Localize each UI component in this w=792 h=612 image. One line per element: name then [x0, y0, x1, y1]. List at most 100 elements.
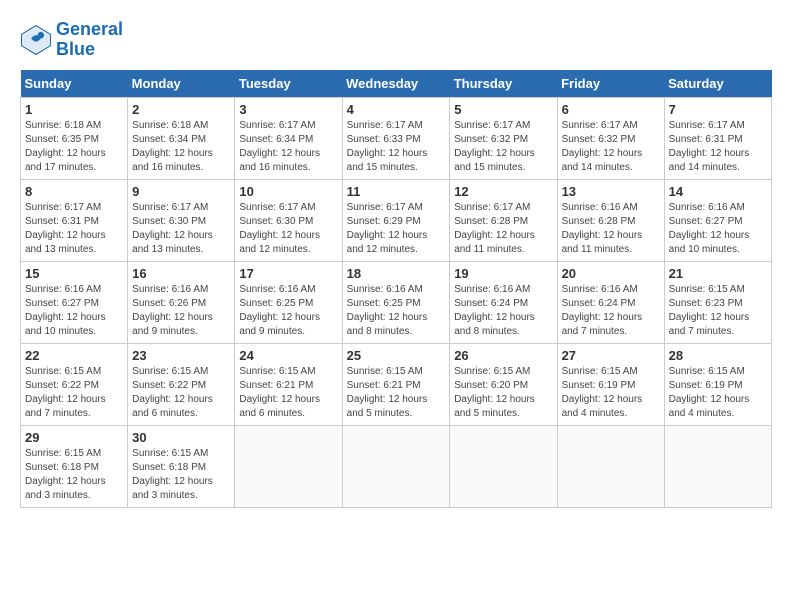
calendar-cell: 10 Sunrise: 6:17 AMSunset: 6:30 PMDaylig… — [235, 179, 342, 261]
day-info: Sunrise: 6:15 AMSunset: 6:21 PMDaylight:… — [239, 365, 337, 421]
weekday-header-saturday: Saturday — [664, 70, 771, 98]
day-info: Sunrise: 6:15 AMSunset: 6:21 PMDaylight:… — [347, 365, 446, 421]
day-info: Sunrise: 6:17 AMSunset: 6:30 PMDaylight:… — [239, 201, 337, 257]
calendar-cell: 3 Sunrise: 6:17 AMSunset: 6:34 PMDayligh… — [235, 97, 342, 179]
day-number: 17 — [239, 266, 337, 281]
day-info: Sunrise: 6:16 AMSunset: 6:24 PMDaylight:… — [562, 283, 660, 339]
calendar-cell: 12 Sunrise: 6:17 AMSunset: 6:28 PMDaylig… — [450, 179, 557, 261]
day-number: 11 — [347, 184, 446, 199]
day-info: Sunrise: 6:15 AMSunset: 6:18 PMDaylight:… — [132, 447, 230, 503]
day-number: 25 — [347, 348, 446, 363]
day-number: 2 — [132, 102, 230, 117]
day-info: Sunrise: 6:16 AMSunset: 6:26 PMDaylight:… — [132, 283, 230, 339]
calendar-cell: 7 Sunrise: 6:17 AMSunset: 6:31 PMDayligh… — [664, 97, 771, 179]
calendar-cell: 22 Sunrise: 6:15 AMSunset: 6:22 PMDaylig… — [21, 343, 128, 425]
calendar-cell: 15 Sunrise: 6:16 AMSunset: 6:27 PMDaylig… — [21, 261, 128, 343]
logo-icon — [20, 24, 52, 56]
day-number: 22 — [25, 348, 123, 363]
day-number: 23 — [132, 348, 230, 363]
day-number: 26 — [454, 348, 552, 363]
calendar-cell — [664, 425, 771, 507]
day-number: 9 — [132, 184, 230, 199]
day-info: Sunrise: 6:17 AMSunset: 6:30 PMDaylight:… — [132, 201, 230, 257]
day-info: Sunrise: 6:17 AMSunset: 6:31 PMDaylight:… — [25, 201, 123, 257]
day-info: Sunrise: 6:18 AMSunset: 6:35 PMDaylight:… — [25, 119, 123, 175]
calendar-week-1: 1 Sunrise: 6:18 AMSunset: 6:35 PMDayligh… — [21, 97, 772, 179]
calendar-cell: 29 Sunrise: 6:15 AMSunset: 6:18 PMDaylig… — [21, 425, 128, 507]
day-info: Sunrise: 6:15 AMSunset: 6:20 PMDaylight:… — [454, 365, 552, 421]
weekday-header-friday: Friday — [557, 70, 664, 98]
day-info: Sunrise: 6:18 AMSunset: 6:34 PMDaylight:… — [132, 119, 230, 175]
day-number: 20 — [562, 266, 660, 281]
calendar-cell: 4 Sunrise: 6:17 AMSunset: 6:33 PMDayligh… — [342, 97, 450, 179]
day-info: Sunrise: 6:16 AMSunset: 6:27 PMDaylight:… — [25, 283, 123, 339]
calendar-cell: 23 Sunrise: 6:15 AMSunset: 6:22 PMDaylig… — [128, 343, 235, 425]
calendar-cell — [235, 425, 342, 507]
day-number: 27 — [562, 348, 660, 363]
day-info: Sunrise: 6:17 AMSunset: 6:29 PMDaylight:… — [347, 201, 446, 257]
calendar-cell: 24 Sunrise: 6:15 AMSunset: 6:21 PMDaylig… — [235, 343, 342, 425]
day-info: Sunrise: 6:15 AMSunset: 6:22 PMDaylight:… — [132, 365, 230, 421]
calendar-cell: 8 Sunrise: 6:17 AMSunset: 6:31 PMDayligh… — [21, 179, 128, 261]
day-number: 14 — [669, 184, 767, 199]
day-number: 15 — [25, 266, 123, 281]
weekday-header-wednesday: Wednesday — [342, 70, 450, 98]
day-number: 3 — [239, 102, 337, 117]
calendar-table: SundayMondayTuesdayWednesdayThursdayFrid… — [20, 70, 772, 508]
calendar-cell: 27 Sunrise: 6:15 AMSunset: 6:19 PMDaylig… — [557, 343, 664, 425]
calendar-cell: 21 Sunrise: 6:15 AMSunset: 6:23 PMDaylig… — [664, 261, 771, 343]
weekday-header-monday: Monday — [128, 70, 235, 98]
weekday-header-sunday: Sunday — [21, 70, 128, 98]
day-info: Sunrise: 6:15 AMSunset: 6:22 PMDaylight:… — [25, 365, 123, 421]
day-info: Sunrise: 6:16 AMSunset: 6:24 PMDaylight:… — [454, 283, 552, 339]
calendar-cell: 18 Sunrise: 6:16 AMSunset: 6:25 PMDaylig… — [342, 261, 450, 343]
calendar-cell: 28 Sunrise: 6:15 AMSunset: 6:19 PMDaylig… — [664, 343, 771, 425]
day-number: 18 — [347, 266, 446, 281]
calendar-cell: 16 Sunrise: 6:16 AMSunset: 6:26 PMDaylig… — [128, 261, 235, 343]
day-info: Sunrise: 6:17 AMSunset: 6:32 PMDaylight:… — [454, 119, 552, 175]
day-number: 28 — [669, 348, 767, 363]
day-info: Sunrise: 6:15 AMSunset: 6:18 PMDaylight:… — [25, 447, 123, 503]
day-info: Sunrise: 6:17 AMSunset: 6:33 PMDaylight:… — [347, 119, 446, 175]
day-number: 13 — [562, 184, 660, 199]
calendar-cell: 17 Sunrise: 6:16 AMSunset: 6:25 PMDaylig… — [235, 261, 342, 343]
logo: General Blue — [20, 20, 123, 60]
calendar-cell: 5 Sunrise: 6:17 AMSunset: 6:32 PMDayligh… — [450, 97, 557, 179]
calendar-cell: 20 Sunrise: 6:16 AMSunset: 6:24 PMDaylig… — [557, 261, 664, 343]
day-info: Sunrise: 6:17 AMSunset: 6:34 PMDaylight:… — [239, 119, 337, 175]
calendar-cell: 9 Sunrise: 6:17 AMSunset: 6:30 PMDayligh… — [128, 179, 235, 261]
calendar-week-4: 22 Sunrise: 6:15 AMSunset: 6:22 PMDaylig… — [21, 343, 772, 425]
day-info: Sunrise: 6:16 AMSunset: 6:28 PMDaylight:… — [562, 201, 660, 257]
calendar-cell: 2 Sunrise: 6:18 AMSunset: 6:34 PMDayligh… — [128, 97, 235, 179]
day-info: Sunrise: 6:16 AMSunset: 6:25 PMDaylight:… — [239, 283, 337, 339]
day-info: Sunrise: 6:15 AMSunset: 6:19 PMDaylight:… — [562, 365, 660, 421]
calendar-cell: 14 Sunrise: 6:16 AMSunset: 6:27 PMDaylig… — [664, 179, 771, 261]
day-number: 8 — [25, 184, 123, 199]
day-number: 1 — [25, 102, 123, 117]
day-info: Sunrise: 6:15 AMSunset: 6:19 PMDaylight:… — [669, 365, 767, 421]
day-info: Sunrise: 6:16 AMSunset: 6:27 PMDaylight:… — [669, 201, 767, 257]
day-number: 29 — [25, 430, 123, 445]
day-number: 5 — [454, 102, 552, 117]
page-header: General Blue — [20, 20, 772, 60]
day-number: 10 — [239, 184, 337, 199]
calendar-cell — [450, 425, 557, 507]
calendar-cell: 30 Sunrise: 6:15 AMSunset: 6:18 PMDaylig… — [128, 425, 235, 507]
weekday-header-thursday: Thursday — [450, 70, 557, 98]
calendar-cell: 11 Sunrise: 6:17 AMSunset: 6:29 PMDaylig… — [342, 179, 450, 261]
calendar-cell: 26 Sunrise: 6:15 AMSunset: 6:20 PMDaylig… — [450, 343, 557, 425]
day-info: Sunrise: 6:15 AMSunset: 6:23 PMDaylight:… — [669, 283, 767, 339]
day-number: 6 — [562, 102, 660, 117]
day-number: 30 — [132, 430, 230, 445]
day-number: 7 — [669, 102, 767, 117]
day-number: 19 — [454, 266, 552, 281]
day-number: 4 — [347, 102, 446, 117]
calendar-cell — [557, 425, 664, 507]
calendar-week-5: 29 Sunrise: 6:15 AMSunset: 6:18 PMDaylig… — [21, 425, 772, 507]
calendar-cell — [342, 425, 450, 507]
weekday-header-tuesday: Tuesday — [235, 70, 342, 98]
day-number: 16 — [132, 266, 230, 281]
day-number: 21 — [669, 266, 767, 281]
day-info: Sunrise: 6:16 AMSunset: 6:25 PMDaylight:… — [347, 283, 446, 339]
day-info: Sunrise: 6:17 AMSunset: 6:32 PMDaylight:… — [562, 119, 660, 175]
